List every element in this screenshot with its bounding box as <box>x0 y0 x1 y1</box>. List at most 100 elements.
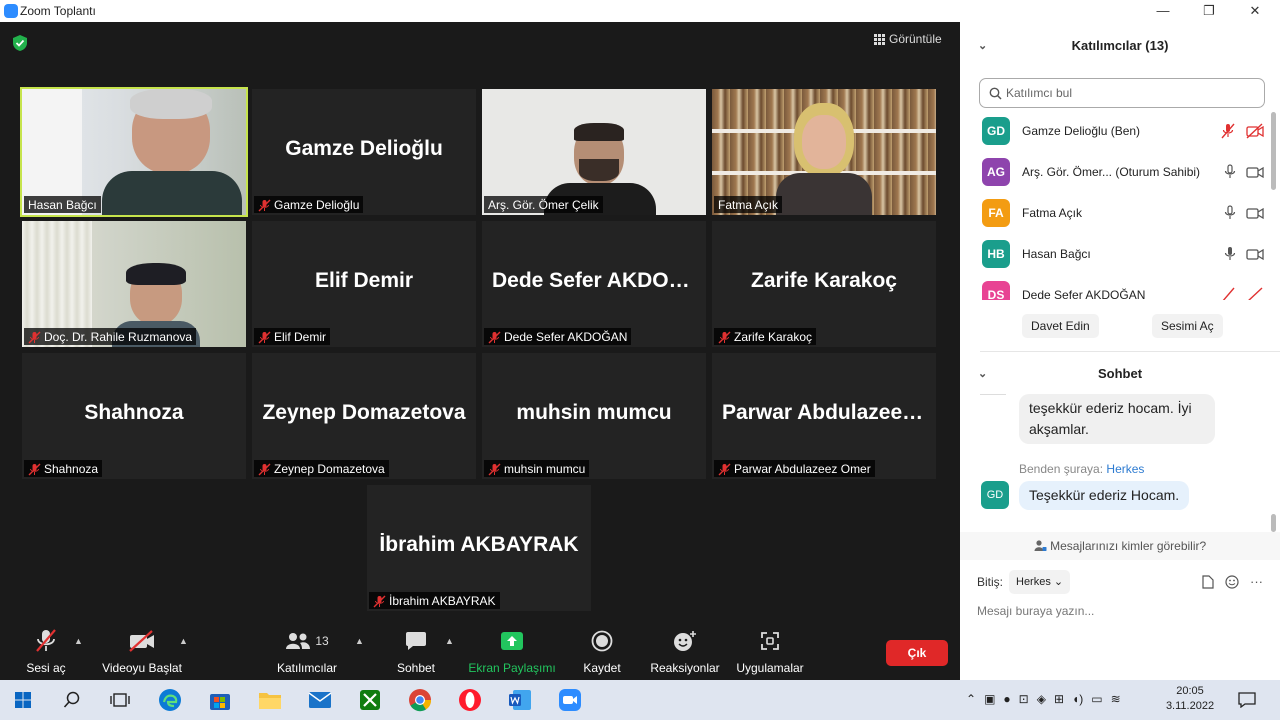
mail-icon[interactable] <box>307 687 333 713</box>
chevron-up-icon[interactable]: ⌃ <box>966 692 976 706</box>
language-icon[interactable]: ⊞ <box>1054 692 1064 706</box>
chat-title: Sohbet <box>1097 366 1143 381</box>
file-icon[interactable] <box>1202 574 1214 589</box>
participants-button[interactable]: 13 Katılımcılar <box>274 626 340 675</box>
share-screen-button[interactable]: Ekran Paylaşımı <box>468 626 556 675</box>
side-panel: ⌄ Katılımcılar (13) Katılımcı bul GD Gam… <box>960 22 1280 680</box>
participants-options-caret[interactable]: ▲ <box>355 636 364 646</box>
video-tile[interactable]: Zeynep Domazetova Zeynep Domazetova <box>252 353 476 479</box>
start-video-button[interactable]: Videoyu Başlat <box>100 626 184 675</box>
task-view-icon[interactable] <box>107 687 133 713</box>
view-button[interactable]: Görüntüle <box>874 32 942 46</box>
mic-muted-icon[interactable] <box>1220 287 1236 300</box>
video-icon[interactable] <box>1246 205 1264 221</box>
wifi-icon[interactable]: ≋ <box>1111 692 1121 706</box>
meet-now-icon[interactable]: ▣ <box>984 692 995 706</box>
edge-browser-icon[interactable] <box>157 687 183 713</box>
restore-button[interactable]: ❐ <box>1194 2 1224 20</box>
mic-icon[interactable] <box>1224 205 1236 221</box>
video-tile[interactable]: Zarife Karakoç Zarife Karakoç <box>712 221 936 347</box>
participants-title: Katılımcılar (13) <box>1071 38 1169 53</box>
chat-scrollbar[interactable] <box>1271 514 1276 532</box>
close-window-button[interactable]: ✕ <box>1240 2 1270 20</box>
participants-label: Katılımcılar <box>276 661 337 675</box>
chrome-icon[interactable] <box>407 687 433 713</box>
participant-name-large: İbrahim AKBAYRAK <box>379 533 579 556</box>
participant-search-input[interactable]: Katılımcı bul <box>979 78 1265 108</box>
windows-start-icon[interactable] <box>10 687 36 713</box>
mic-icon[interactable] <box>1224 246 1236 262</box>
volume-icon[interactable]: ◖) <box>1072 692 1083 706</box>
collapse-participants-chevron-icon[interactable]: ⌄ <box>978 31 987 61</box>
participant-row[interactable]: HB Hasan Bağcı <box>982 238 1272 270</box>
mic-muted-icon <box>373 595 386 607</box>
invite-button[interactable]: Davet Edin <box>1022 314 1099 338</box>
participant-row[interactable]: FA Fatma Açık <box>982 197 1272 229</box>
participant-name: Dede Sefer AKDOĞAN <box>1022 288 1146 300</box>
video-tile[interactable]: Shahnoza Shahnoza <box>22 353 246 479</box>
audio-options-caret[interactable]: ▲ <box>74 636 83 646</box>
network-adapter-icon[interactable]: ⊡ <box>1019 692 1029 706</box>
record-icon <box>591 630 613 652</box>
video-icon[interactable] <box>1246 164 1264 180</box>
record-button[interactable]: Kaydet <box>580 626 624 675</box>
notifications-icon[interactable] <box>1234 687 1260 713</box>
participant-row[interactable]: AG Arş. Gör. Ömer... (Oturum Sahibi) <box>982 156 1272 188</box>
avatar: HB <box>982 240 1010 268</box>
chat-visibility-info[interactable]: Mesajlarınızı kimler görebilir? <box>960 532 1280 560</box>
minimize-button[interactable]: — <box>1148 2 1178 20</box>
chat-recipient-dropdown[interactable]: Herkes ⌄ <box>1009 570 1071 594</box>
video-icon[interactable] <box>1246 246 1264 262</box>
chat-message-meta: Benden şuraya: Herkes <box>1019 462 1144 476</box>
search-icon <box>989 87 1002 100</box>
participant-list-scrollbar[interactable] <box>1271 112 1276 190</box>
participant-row[interactable]: DS Dede Sefer AKDOĞAN <box>982 279 1272 300</box>
mic-muted-icon[interactable] <box>1220 123 1236 139</box>
taskbar-clock[interactable]: 20:05 3.11.2022 <box>1160 684 1220 714</box>
video-off-icon[interactable] <box>1246 287 1264 300</box>
participant-label: Gamze Delioğlu <box>254 196 364 213</box>
xbox-icon[interactable] <box>357 687 383 713</box>
video-tile[interactable]: muhsin mumcu muhsin mumcu <box>482 353 706 479</box>
opera-icon[interactable] <box>457 687 483 713</box>
file-explorer-icon[interactable] <box>257 687 283 713</box>
video-tile[interactable]: Elif Demir Elif Demir <box>252 221 476 347</box>
leave-meeting-button[interactable]: Çık <box>886 640 948 666</box>
chat-to-label: Bitiş: <box>977 575 1004 589</box>
search-icon[interactable] <box>59 687 85 713</box>
video-tile[interactable]: Fatma Açık <box>712 89 936 215</box>
chat-message-input[interactable]: Mesajı buraya yazın... <box>977 604 1094 618</box>
encryption-shield-icon[interactable] <box>12 34 28 52</box>
video-options-caret[interactable]: ▲ <box>179 636 188 646</box>
reactions-button[interactable]: Reaksiyonlar <box>648 626 722 675</box>
video-off-icon[interactable] <box>1246 123 1264 139</box>
chat-button[interactable]: Sohbet <box>394 626 438 675</box>
more-options-icon[interactable]: ··· <box>1250 574 1263 589</box>
chat-options-caret[interactable]: ▲ <box>445 636 454 646</box>
microsoft-store-icon[interactable] <box>207 687 233 713</box>
security-shield-icon[interactable]: ◈ <box>1037 692 1046 706</box>
chat-message: teşekkür ederiz hocam. İyi akşamlar. <box>1019 394 1215 444</box>
microphone-icon[interactable]: ● <box>1003 692 1010 706</box>
apps-button[interactable]: Uygulamalar <box>734 626 806 675</box>
chat-recipient[interactable]: Herkes <box>1106 462 1144 476</box>
video-tile[interactable]: Parwar Abdulazeez Omer Parwar Abdulazeez… <box>712 353 936 479</box>
unmute-me-button[interactable]: Sesimi Aç <box>1152 314 1223 338</box>
video-tile[interactable]: Dede Sefer AKDOĞAN Dede Sefer AKDOĞAN <box>482 221 706 347</box>
zoom-taskbar-icon[interactable] <box>557 687 583 713</box>
word-icon[interactable] <box>507 687 533 713</box>
unmute-button[interactable]: Sesi aç <box>22 626 70 675</box>
battery-icon[interactable]: ▭ <box>1091 692 1102 706</box>
video-tile[interactable]: Arş. Gör. Ömer Çelik <box>482 89 706 215</box>
participant-count: 13 <box>315 634 329 648</box>
video-tile[interactable]: Gamze Delioğlu Gamze Delioğlu <box>252 89 476 215</box>
chat-icon <box>406 632 426 650</box>
collapse-chat-chevron-icon[interactable]: ⌄ <box>978 359 987 389</box>
video-tile[interactable]: Hasan Bağcı <box>20 87 248 217</box>
video-tile[interactable]: İbrahim AKBAYRAK İbrahim AKBAYRAK <box>367 485 591 611</box>
participant-label: Zarife Karakoç <box>714 328 817 345</box>
video-tile[interactable]: Doç. Dr. Rahile Ruzmanova <box>22 221 246 347</box>
emoji-icon[interactable] <box>1225 574 1239 589</box>
participant-row[interactable]: GD Gamze Delioğlu (Ben) <box>982 115 1272 147</box>
mic-icon[interactable] <box>1224 164 1236 180</box>
